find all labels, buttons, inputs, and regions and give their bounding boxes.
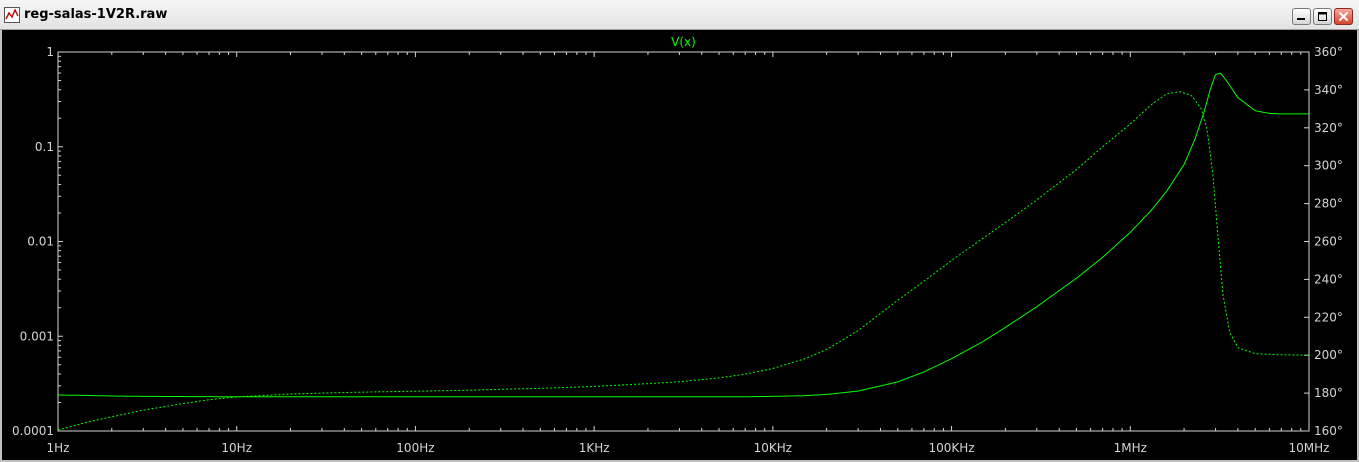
y-tick-label: 0.001 (20, 329, 54, 343)
x-tick-label: 10KHz (754, 441, 792, 455)
maximize-icon (1318, 12, 1327, 21)
y2-tick-label: 320° (1314, 121, 1343, 135)
window-title: reg-salas-1V2R.raw (24, 7, 168, 22)
y2-tick-label: 180° (1314, 386, 1343, 400)
maximize-button[interactable] (1313, 8, 1332, 25)
x-tick-label: 100Hz (396, 441, 434, 455)
y2-tick-label: 300° (1314, 159, 1343, 173)
x-tick-label: 1KHz (579, 441, 610, 455)
minimize-button[interactable] (1292, 8, 1311, 25)
title-bar[interactable]: reg-salas-1V2R.raw (0, 0, 1359, 30)
y2-tick-label: 260° (1314, 235, 1343, 249)
y-tick-label: 0.01 (27, 235, 54, 249)
y2-tick-label: 280° (1314, 197, 1343, 211)
y2-tick-label: 160° (1314, 424, 1343, 438)
x-tick-label: 10MHz (1289, 441, 1330, 455)
y2-tick-label: 340° (1314, 83, 1343, 97)
phase-trace (57, 91, 1309, 431)
y-tick-label: 0.0001 (12, 424, 54, 438)
y2-tick-label: 360° (1314, 45, 1343, 59)
x-tick-label: 1Hz (47, 441, 70, 455)
y2-tick-label: 240° (1314, 272, 1343, 286)
y2-tick-label: 220° (1314, 310, 1343, 324)
bode-chart: V(x) 1Hz 10Hz 100Hz 1KHz 10KHz 100KHz 1MHz 10MH… (12, 35, 1343, 455)
close-button[interactable] (1334, 8, 1353, 25)
x-tick-label: 100KHz (929, 441, 975, 455)
waveform-icon (4, 7, 20, 23)
x-tick-label: 10Hz (221, 441, 252, 455)
magnitude-trace (58, 72, 1309, 398)
x-tick-label: 1MHz (1114, 441, 1147, 455)
plot-window: reg-salas-1V2R.raw V(x) 1Hz 10Hz 100Hz 1KHz… (0, 0, 1359, 462)
plot-frame (57, 51, 1310, 432)
minimize-icon (1297, 18, 1305, 20)
y-tick-label: 1 (46, 45, 54, 59)
trace-label[interactable]: V(x) (671, 35, 696, 49)
y-tick-label: 0.1 (35, 140, 54, 154)
close-icon (1338, 11, 1349, 22)
plot-area[interactable]: V(x) 1Hz 10Hz 100Hz 1KHz 10KHz 100KHz 1MHz 10MH… (2, 30, 1357, 460)
y2-tick-label: 200° (1314, 348, 1343, 362)
